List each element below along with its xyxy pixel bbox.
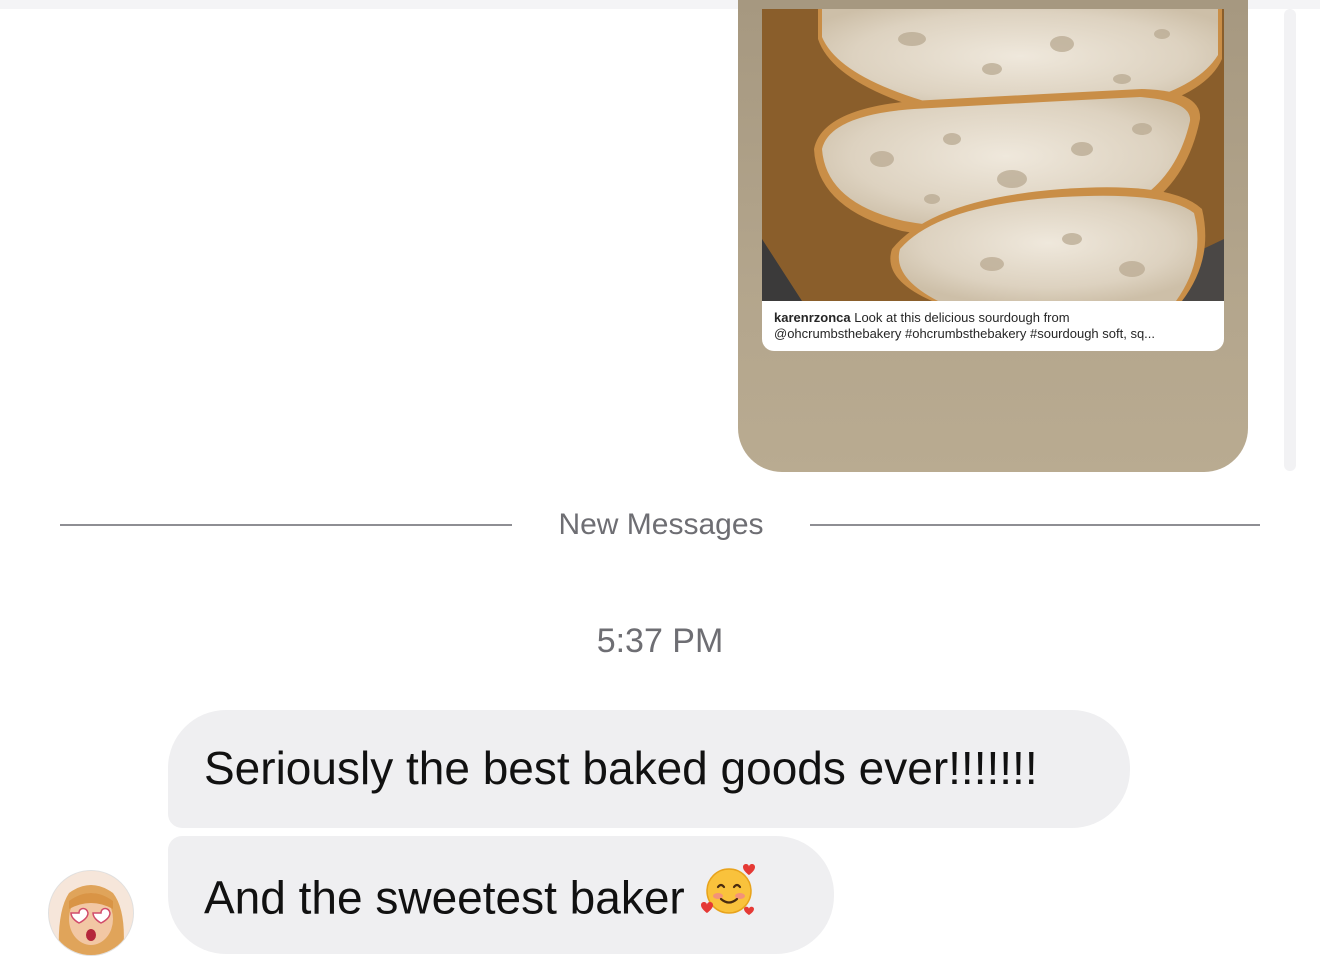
sender-avatar[interactable]: [48, 870, 134, 956]
new-messages-divider: New Messages: [60, 505, 1260, 545]
message-bubble[interactable]: And the sweetest baker: [168, 836, 834, 954]
post-username[interactable]: karenrzonca: [774, 310, 851, 325]
message-text: Seriously the best baked goods ever!!!!!…: [204, 742, 1038, 794]
caption-text: Look at this delicious sourdough from: [854, 310, 1070, 325]
message-text: And the sweetest baker: [204, 871, 685, 924]
caption-second-line: @ohcrumbsthebakery #ohcrumbsthebakery #s…: [774, 326, 1156, 341]
scrollbar[interactable]: [1284, 9, 1296, 471]
divider-line-left: [60, 524, 512, 526]
shared-post-caption[interactable]: karenrzonca Look at this delicious sourd…: [762, 301, 1224, 351]
new-messages-label: New Messages: [558, 508, 764, 541]
message-timestamp: 5:37 PM: [596, 622, 724, 660]
shared-post-card[interactable]: karenrzonca Look at this delicious sourd…: [738, 0, 1248, 472]
divider-line-right: [810, 524, 1260, 526]
sourdough-photo[interactable]: [762, 9, 1224, 301]
smiling-face-with-hearts-icon: [699, 861, 759, 934]
message-bubble[interactable]: Seriously the best baked goods ever!!!!!…: [168, 710, 1130, 828]
caption-first-line: karenrzonca Look at this delicious sourd…: [774, 310, 1212, 326]
